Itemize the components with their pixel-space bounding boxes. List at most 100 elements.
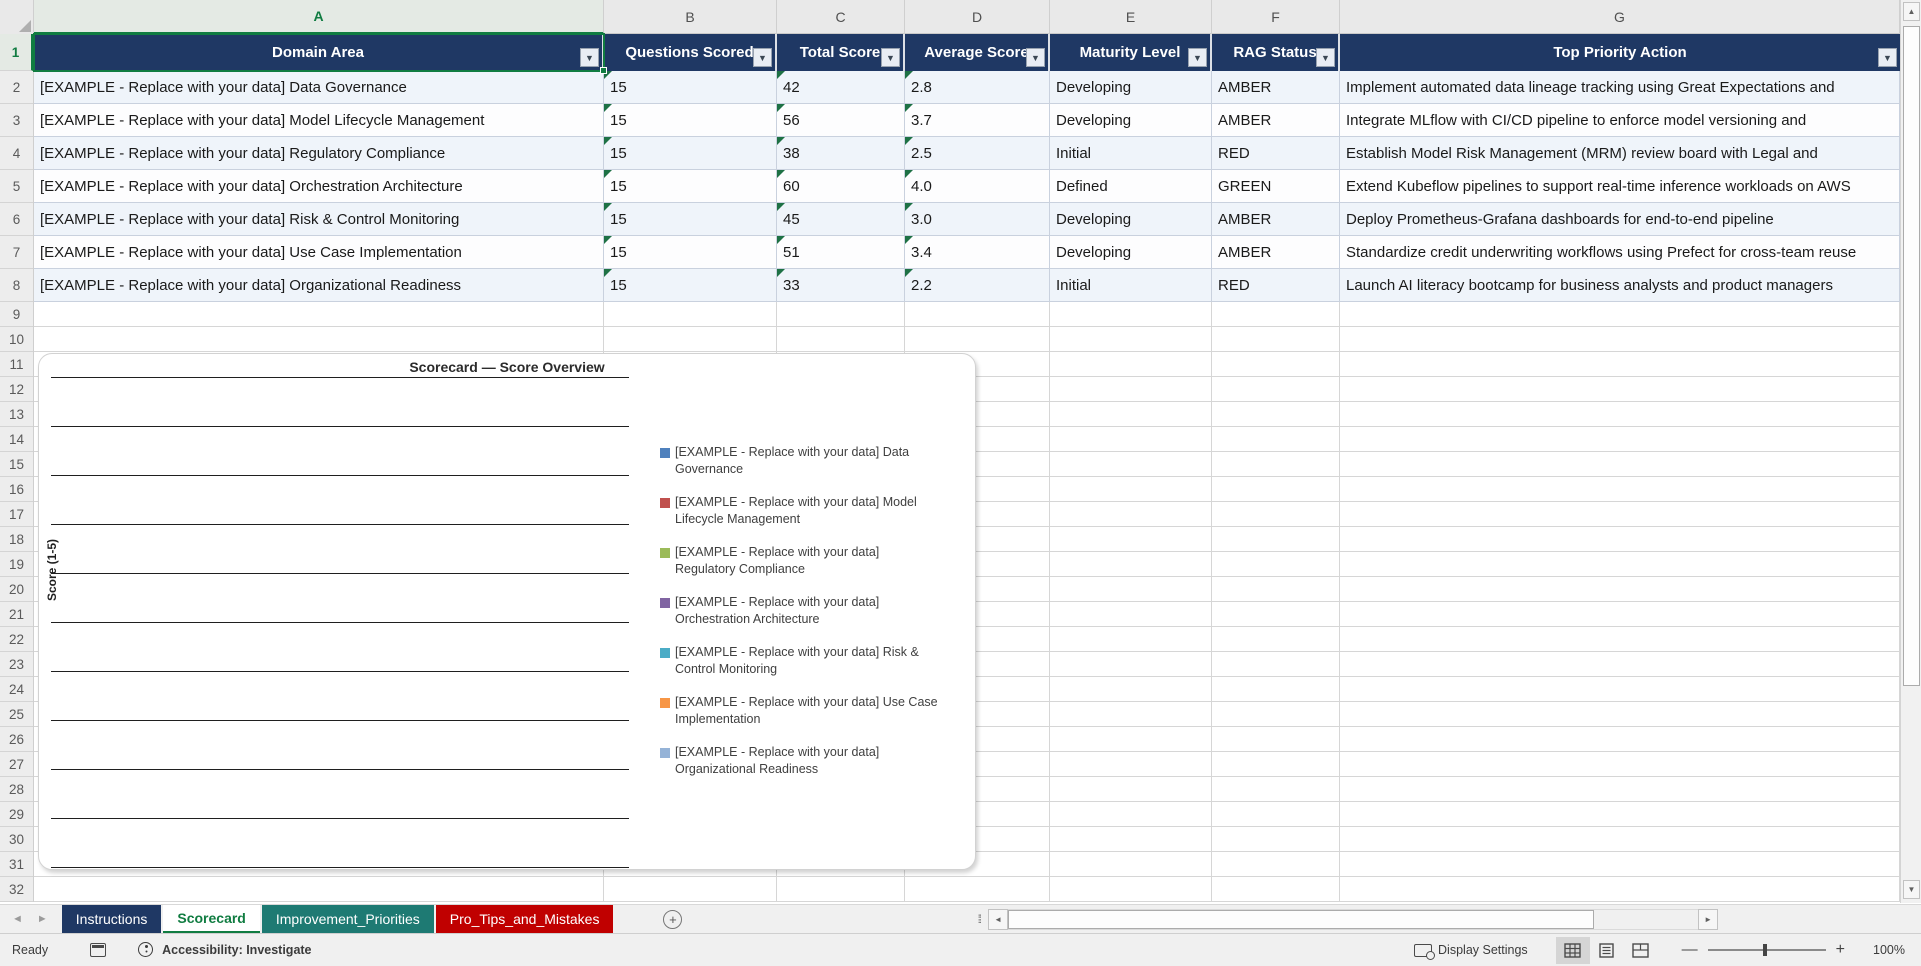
cell-b8[interactable]: 15	[604, 269, 777, 302]
cell-e7[interactable]: Developing	[1050, 236, 1212, 269]
cell-a4[interactable]: [EXAMPLE - Replace with your data] Regul…	[34, 137, 604, 170]
filter-dropdown-icon[interactable]: ▼	[1188, 48, 1207, 67]
new-sheet-button[interactable]: +	[663, 909, 683, 929]
display-settings-button[interactable]: Display Settings	[1414, 943, 1528, 960]
accessibility-status[interactable]: Accessibility: Investigate	[162, 943, 311, 957]
row-number-5[interactable]: 5	[0, 170, 33, 203]
scroll-right-button[interactable]: ►	[1698, 908, 1719, 930]
cell-f5[interactable]: GREEN	[1212, 170, 1340, 203]
cell-a5[interactable]: [EXAMPLE - Replace with your data] Orche…	[34, 170, 604, 203]
row-number-21[interactable]: 21	[0, 602, 33, 627]
column-header-g[interactable]: G	[1340, 0, 1900, 34]
scroll-left-button[interactable]: ◄	[988, 908, 1009, 930]
row-number-25[interactable]: 25	[0, 702, 33, 727]
row-number-1[interactable]: 1	[0, 34, 33, 71]
row-number-11[interactable]: 11	[0, 352, 33, 377]
cell-a8[interactable]: [EXAMPLE - Replace with your data] Organ…	[34, 269, 604, 302]
cell-d4[interactable]: 2.5	[905, 137, 1050, 170]
cell-e8[interactable]: Initial	[1050, 269, 1212, 302]
sheet-tab-pro_tips_and_mistakes[interactable]: Pro_Tips_and_Mistakes	[435, 905, 614, 933]
column-header-c[interactable]: C	[777, 0, 905, 34]
row-number-16[interactable]: 16	[0, 477, 33, 502]
tab-splitter-icon[interactable]: ⁞⁞	[977, 912, 981, 926]
cell-f8[interactable]: RED	[1212, 269, 1340, 302]
cell-g4[interactable]: Establish Model Risk Management (MRM) re…	[1340, 137, 1900, 170]
page-layout-view-button[interactable]	[1590, 937, 1624, 964]
cell-g7[interactable]: Standardize credit underwriting workflow…	[1340, 236, 1900, 269]
row-number-9[interactable]: 9	[0, 302, 33, 327]
cell-a2[interactable]: [EXAMPLE - Replace with your data] Data …	[34, 71, 604, 104]
cell-e4[interactable]: Initial	[1050, 137, 1212, 170]
zoom-out-button[interactable]: —	[1672, 941, 1708, 959]
cell-c3[interactable]: 56	[777, 104, 905, 137]
cell-f2[interactable]: AMBER	[1212, 71, 1340, 104]
cell-d5[interactable]: 4.0	[905, 170, 1050, 203]
row-number-15[interactable]: 15	[0, 452, 33, 477]
select-all-corner[interactable]	[0, 0, 34, 34]
cell-f7[interactable]: AMBER	[1212, 236, 1340, 269]
cell-b5[interactable]: 15	[604, 170, 777, 203]
filter-dropdown-icon[interactable]: ▼	[1026, 48, 1045, 67]
filter-dropdown-icon[interactable]: ▼	[753, 48, 772, 67]
cell-a7[interactable]: [EXAMPLE - Replace with your data] Use C…	[34, 236, 604, 269]
row-number-14[interactable]: 14	[0, 427, 33, 452]
row-number-26[interactable]: 26	[0, 727, 33, 752]
sheet-tab-improvement_priorities[interactable]: Improvement_Priorities	[261, 905, 434, 933]
record-macro-icon[interactable]	[90, 943, 107, 957]
row-number-20[interactable]: 20	[0, 577, 33, 602]
cell-e5[interactable]: Defined	[1050, 170, 1212, 203]
sheet-tab-scorecard[interactable]: Scorecard	[163, 905, 260, 933]
cell-g5[interactable]: Extend Kubeflow pipelines to support rea…	[1340, 170, 1900, 203]
zoom-slider-track[interactable]	[1707, 944, 1826, 956]
cell-b2[interactable]: 15	[604, 71, 777, 104]
row-number-12[interactable]: 12	[0, 377, 33, 402]
zoom-in-button[interactable]: +	[1826, 941, 1855, 959]
horizontal-scrollbar[interactable]: ◄ ►	[988, 908, 1719, 930]
row-number-22[interactable]: 22	[0, 627, 33, 652]
vertical-scroll-thumb[interactable]	[1903, 26, 1920, 686]
cell-b3[interactable]: 15	[604, 104, 777, 137]
row-number-30[interactable]: 30	[0, 827, 33, 852]
sheet-nav-right-icon[interactable]: ►	[37, 913, 48, 925]
filter-dropdown-icon[interactable]: ▼	[1316, 48, 1335, 67]
row-number-28[interactable]: 28	[0, 777, 33, 802]
filter-dropdown-icon[interactable]: ▼	[1878, 48, 1897, 67]
cell-g6[interactable]: Deploy Prometheus-Grafana dashboards for…	[1340, 203, 1900, 236]
cell-c7[interactable]: 51	[777, 236, 905, 269]
cell-f6[interactable]: AMBER	[1212, 203, 1340, 236]
sheet-nav-left-icon[interactable]: ◄	[12, 913, 23, 925]
column-header-e[interactable]: E	[1050, 0, 1212, 34]
row-number-18[interactable]: 18	[0, 527, 33, 552]
column-header-f[interactable]: F	[1212, 0, 1340, 34]
cell-c8[interactable]: 33	[777, 269, 905, 302]
cell-d2[interactable]: 2.8	[905, 71, 1050, 104]
row-number-32[interactable]: 32	[0, 877, 33, 902]
zoom-slider-thumb[interactable]	[1762, 944, 1767, 956]
cell-d3[interactable]: 3.7	[905, 104, 1050, 137]
horizontal-scroll-track[interactable]	[1008, 908, 1699, 930]
cell-f4[interactable]: RED	[1212, 137, 1340, 170]
row-number-2[interactable]: 2	[0, 71, 33, 104]
cell-d6[interactable]: 3.0	[905, 203, 1050, 236]
page-break-preview-button[interactable]	[1624, 937, 1658, 964]
scorecard-chart[interactable]: Scorecard — Score Overview Score (1-5) […	[38, 353, 976, 870]
zoom-level[interactable]: 100%	[1863, 943, 1905, 957]
row-number-24[interactable]: 24	[0, 677, 33, 702]
cell-g2[interactable]: Implement automated data lineage trackin…	[1340, 71, 1900, 104]
cell-g3[interactable]: Integrate MLflow with CI/CD pipeline to …	[1340, 104, 1900, 137]
row-number-19[interactable]: 19	[0, 552, 33, 577]
scroll-up-button[interactable]: ▲	[1903, 2, 1920, 21]
cell-c5[interactable]: 60	[777, 170, 905, 203]
cell-b4[interactable]: 15	[604, 137, 777, 170]
row-number-7[interactable]: 7	[0, 236, 33, 269]
cell-e3[interactable]: Developing	[1050, 104, 1212, 137]
scroll-down-button[interactable]: ▼	[1903, 880, 1920, 899]
filter-dropdown-icon[interactable]: ▼	[881, 48, 900, 67]
cell-c4[interactable]: 38	[777, 137, 905, 170]
row-number-23[interactable]: 23	[0, 652, 33, 677]
row-number-29[interactable]: 29	[0, 802, 33, 827]
row-number-31[interactable]: 31	[0, 852, 33, 877]
cell-d7[interactable]: 3.4	[905, 236, 1050, 269]
row-number-17[interactable]: 17	[0, 502, 33, 527]
cell-c6[interactable]: 45	[777, 203, 905, 236]
